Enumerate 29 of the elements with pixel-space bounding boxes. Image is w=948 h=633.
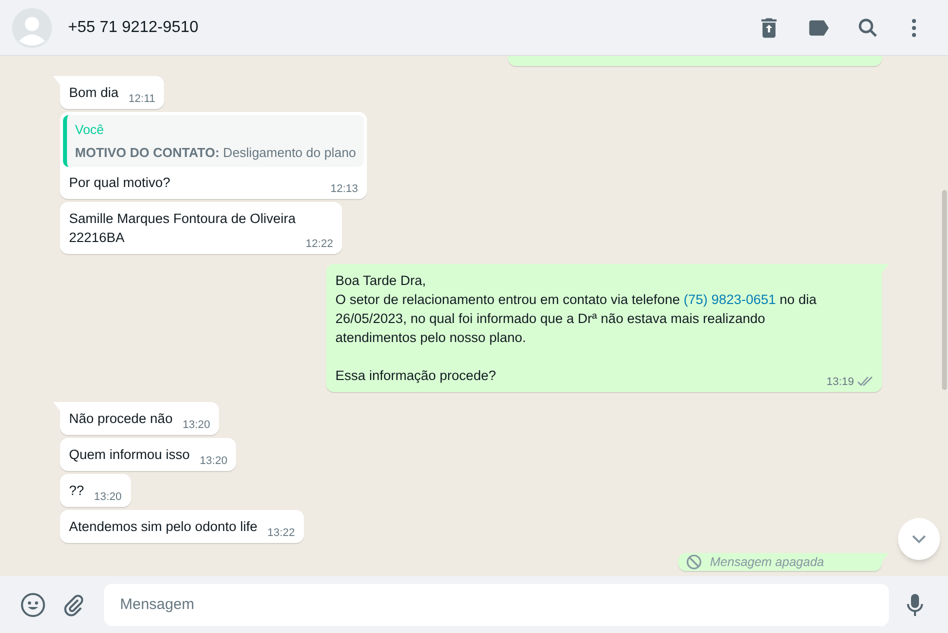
deleted-message-text: Mensagem apagada <box>710 554 824 570</box>
microphone-icon[interactable] <box>906 592 924 618</box>
message-input[interactable]: Mensagem <box>104 584 889 626</box>
emoji-icon[interactable] <box>20 592 46 618</box>
message-text: Atendemos sim pelo odonto life <box>69 518 258 536</box>
attach-icon[interactable] <box>62 592 86 616</box>
quote-author: Você <box>75 121 105 139</box>
message-time: 13:22 <box>267 526 295 540</box>
message-text: ?? <box>69 482 84 500</box>
blocked-icon <box>686 554 702 570</box>
contact-name[interactable]: +55 71 9212-9510 <box>68 16 198 40</box>
message-time: 12:22 <box>306 236 334 252</box>
message-time: 13:19 <box>826 374 854 390</box>
message-time: 12:13 <box>330 182 358 196</box>
phone-link[interactable]: (75) 9823-0651 <box>684 292 776 307</box>
quote-text: MOTIVO DO CONTATO: Desligamento do plano <box>75 144 356 162</box>
message-text: Não procede não <box>69 410 173 428</box>
message-text: Boa Tarde Dra, O setor de relacionamento entrou em contato via telefone (75) 9823-0651 no dia 26/05/2023, no qual foi informado que a Drª não estava mais realizando atendimentos pelo nosso plano. Essa informação procede? <box>335 272 816 385</box>
message-text: Bom dia <box>69 84 119 102</box>
message-text: Samille Marques Fontoura de Oliveira 22216BA <box>69 210 296 247</box>
scrollbar[interactable] <box>942 190 947 390</box>
message-time: 12:11 <box>128 92 156 106</box>
message-text: Quem informou isso <box>69 446 190 464</box>
message-text: Por qual motivo? <box>69 174 170 192</box>
quoted-message[interactable]: Você MOTIVO DO CONTATO: Desligamento do plano <box>63 115 364 167</box>
message-time: 13:20 <box>200 454 228 468</box>
chevron-down-icon <box>911 534 927 544</box>
message-time: 13:20 <box>182 418 210 432</box>
message-time: 13:20 <box>94 490 122 504</box>
